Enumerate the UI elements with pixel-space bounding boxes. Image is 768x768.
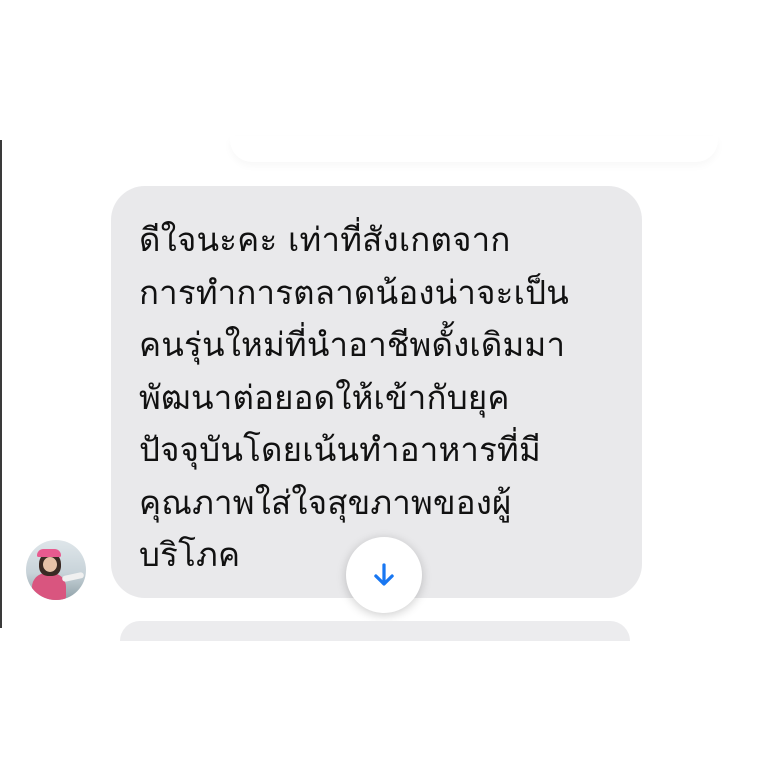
avatar-face-shape [43,557,57,572]
left-border [0,140,2,628]
bottom-blank-area [0,628,768,768]
avatar-arm-shape [61,571,85,583]
chat-screen: ดีใจนะคะ เท่าที่สังเกตจาก การทำการตลาดน้… [0,0,768,768]
avatar-body-shape [32,573,66,600]
message-bubble[interactable]: ดีใจนะคะ เท่าที่สังเกตจาก การทำการตลาดน้… [111,186,642,598]
message-text: ดีใจนะคะ เท่าที่สังเกตจาก การทำการตลาดน้… [139,220,569,574]
sender-avatar[interactable] [26,540,86,600]
scroll-to-bottom-button[interactable] [346,537,422,613]
previous-message-bubble-edge [230,136,718,162]
arrow-down-icon [374,563,394,586]
next-message-bubble-edge [120,621,630,641]
avatar-hat-shape [37,549,61,557]
